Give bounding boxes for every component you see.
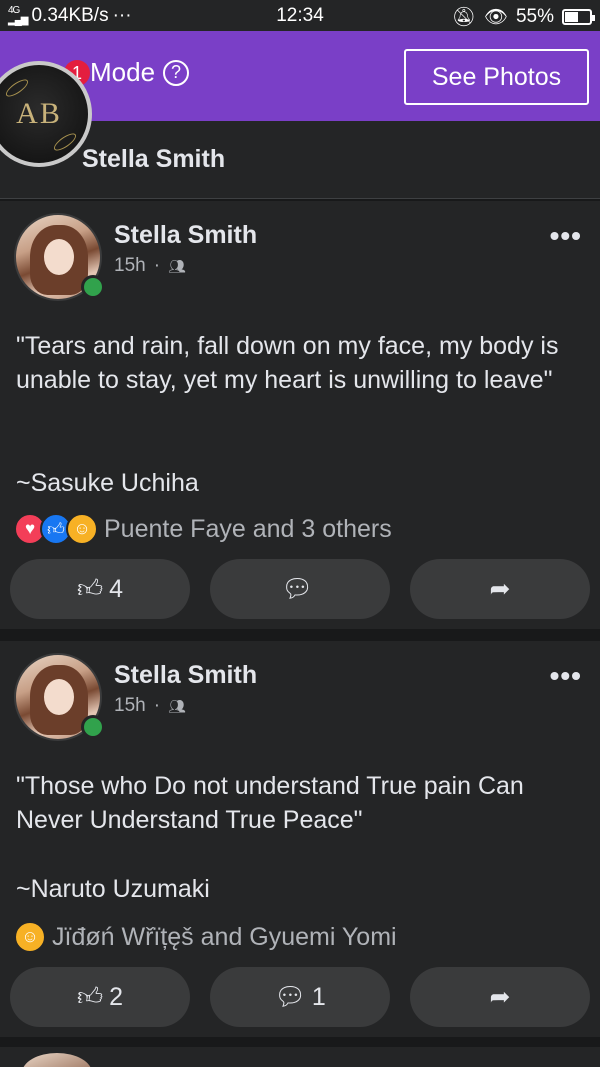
- mute-icon: 🔕︎: [451, 7, 476, 28]
- help-icon[interactable]: ?: [163, 59, 190, 86]
- post-divider: [0, 629, 600, 639]
- reactions-summary[interactable]: ♥ 👍︎ ☺ Puente Faye and 3 others: [14, 513, 392, 545]
- care-reaction-icon: ☺: [14, 921, 46, 953]
- thumbs-up-icon: 👍︎: [76, 575, 104, 603]
- online-status-indicator: [81, 715, 105, 739]
- post-time[interactable]: 15h: [114, 255, 146, 277]
- reaction-names: Jïđøń Wřïțęš and Gyuemi Yomi: [52, 922, 397, 951]
- friends-icon: 👥︎: [168, 697, 186, 714]
- reactions-summary[interactable]: ☺ Jïđøń Wřïțęš and Gyuemi Yomi: [14, 921, 397, 953]
- author-avatar[interactable]: [14, 653, 105, 741]
- battery-fill: [565, 12, 578, 22]
- status-bar: 4G ▂▄▆ 0.34KB/s ··· 12:34 🔕︎ 👁︎ 55%: [0, 0, 600, 31]
- logo-text: AB: [16, 97, 62, 130]
- page-name[interactable]: Stella Smith: [82, 145, 225, 174]
- post-author[interactable]: Stella Smith: [114, 661, 257, 690]
- share-button[interactable]: ➦: [410, 967, 590, 1027]
- post-meta: 15h · 👥︎: [114, 695, 186, 717]
- logo-leaf-decoration: [51, 130, 79, 154]
- page-header: Stella Smith: [0, 121, 600, 199]
- post-meta: 15h · 👥︎: [114, 255, 186, 277]
- like-button[interactable]: 👍︎ 4: [10, 559, 190, 619]
- comment-icon: 💬︎: [274, 982, 306, 1011]
- like-count: 4: [109, 574, 124, 603]
- see-photos-button[interactable]: See Photos: [404, 49, 589, 105]
- author-avatar[interactable]: [22, 1053, 92, 1067]
- thumbs-up-icon: 👍︎: [76, 983, 104, 1011]
- like-button[interactable]: 👍︎ 2: [10, 967, 190, 1027]
- eye-icon: 👁︎: [483, 7, 508, 28]
- author-avatar[interactable]: [14, 213, 105, 301]
- post-divider: [0, 1037, 600, 1047]
- share-icon: ➦: [489, 983, 511, 1011]
- meta-separator: ·: [153, 695, 161, 716]
- more-options-icon[interactable]: •••: [550, 222, 582, 250]
- comment-icon: 💬︎: [281, 574, 313, 603]
- comment-count: 1: [311, 982, 326, 1011]
- share-button[interactable]: ➦: [410, 559, 590, 619]
- post-author[interactable]: Stella Smith: [114, 221, 257, 250]
- care-reaction-icon: ☺: [66, 513, 98, 545]
- reaction-names: Puente Faye and 3 others: [104, 514, 392, 543]
- online-status-indicator: [81, 275, 105, 299]
- post-signature: ~Sasuke Uchiha: [16, 469, 199, 497]
- post-card: Stella Smith 15h · 👥︎ ••• "Those who Do …: [0, 641, 600, 1037]
- post-text: "Tears and rain, fall down on my face, m…: [16, 332, 566, 394]
- share-icon: ➦: [489, 575, 511, 603]
- battery-icon: [562, 9, 595, 25]
- like-count: 2: [109, 982, 124, 1011]
- comment-button[interactable]: 💬︎ 1: [210, 967, 390, 1027]
- meta-separator: ·: [153, 255, 161, 276]
- post-time[interactable]: 15h: [114, 695, 146, 717]
- post-card: Stella Smith 15h · 👥︎ ••• "Tears and rai…: [0, 201, 600, 629]
- battery-percent: 55%: [515, 6, 554, 27]
- next-post-card: [0, 1047, 600, 1067]
- mode-label: Mode: [90, 57, 156, 87]
- post-signature: ~Naruto Uzumaki: [16, 875, 210, 903]
- comment-button[interactable]: 💬︎: [210, 559, 390, 619]
- more-options-icon[interactable]: •••: [550, 662, 582, 690]
- post-text: "Those who Do not understand True pain C…: [16, 772, 531, 834]
- friends-icon: 👥︎: [168, 257, 186, 274]
- mode-toggle[interactable]: Mode ?: [90, 57, 190, 88]
